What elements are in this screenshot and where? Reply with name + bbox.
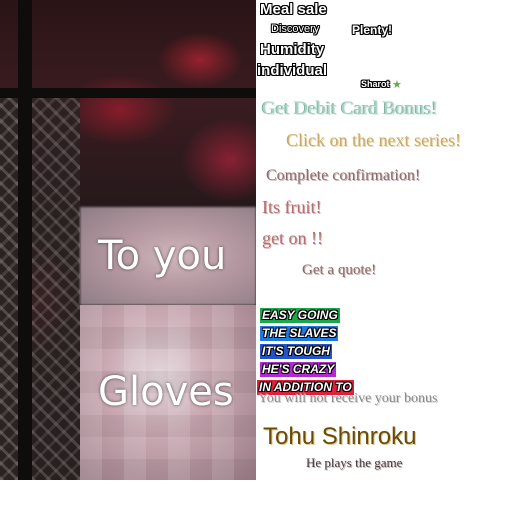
art-text-to-you: To you xyxy=(98,233,227,279)
artwork-panel: To you Gloves xyxy=(0,0,256,480)
label-individual: individual xyxy=(257,62,328,79)
label-plenty: Plenty! xyxy=(352,23,393,37)
frame-bar-top xyxy=(0,88,256,98)
label-next-series: Click on the next series! xyxy=(286,130,461,150)
label-debit-card: Get Debit Card Bonus! xyxy=(262,98,438,119)
label-tohu-shinroku: Tohu Shinroku xyxy=(263,423,417,450)
tag-the-slaves: THE SLAVES xyxy=(260,326,339,341)
tag-its-tough: IT'S TOUGH xyxy=(260,344,332,359)
star-icon: ★ xyxy=(392,79,402,91)
label-plays-game: He plays the game xyxy=(306,455,403,470)
label-get-on: get on !! xyxy=(262,228,323,248)
label-sharot: Sharot xyxy=(361,79,390,89)
pattern-strip-left xyxy=(0,98,18,480)
label-its-fruit: Its fruit! xyxy=(262,197,322,217)
pattern-strip-inner xyxy=(32,98,80,480)
frame-bar-left xyxy=(18,0,32,480)
tag-stack: EASY GOING THE SLAVES IT'S TOUGH HE'S CR… xyxy=(257,306,354,396)
label-get-quote: Get a quote! xyxy=(302,262,377,278)
label-no-bonus: You will not receive your bonus xyxy=(258,391,438,406)
label-humidity: Humidity xyxy=(260,41,325,58)
art-text-gloves: Gloves xyxy=(98,369,234,415)
label-meal-sale: Meal sale xyxy=(260,1,327,18)
label-discovery: Discovery xyxy=(271,23,320,35)
tag-easy-going: EASY GOING xyxy=(260,308,340,323)
tag-hes-crazy: HE'S CRAZY xyxy=(260,362,337,377)
label-complete-confirmation: Complete confirmation! xyxy=(266,167,421,184)
